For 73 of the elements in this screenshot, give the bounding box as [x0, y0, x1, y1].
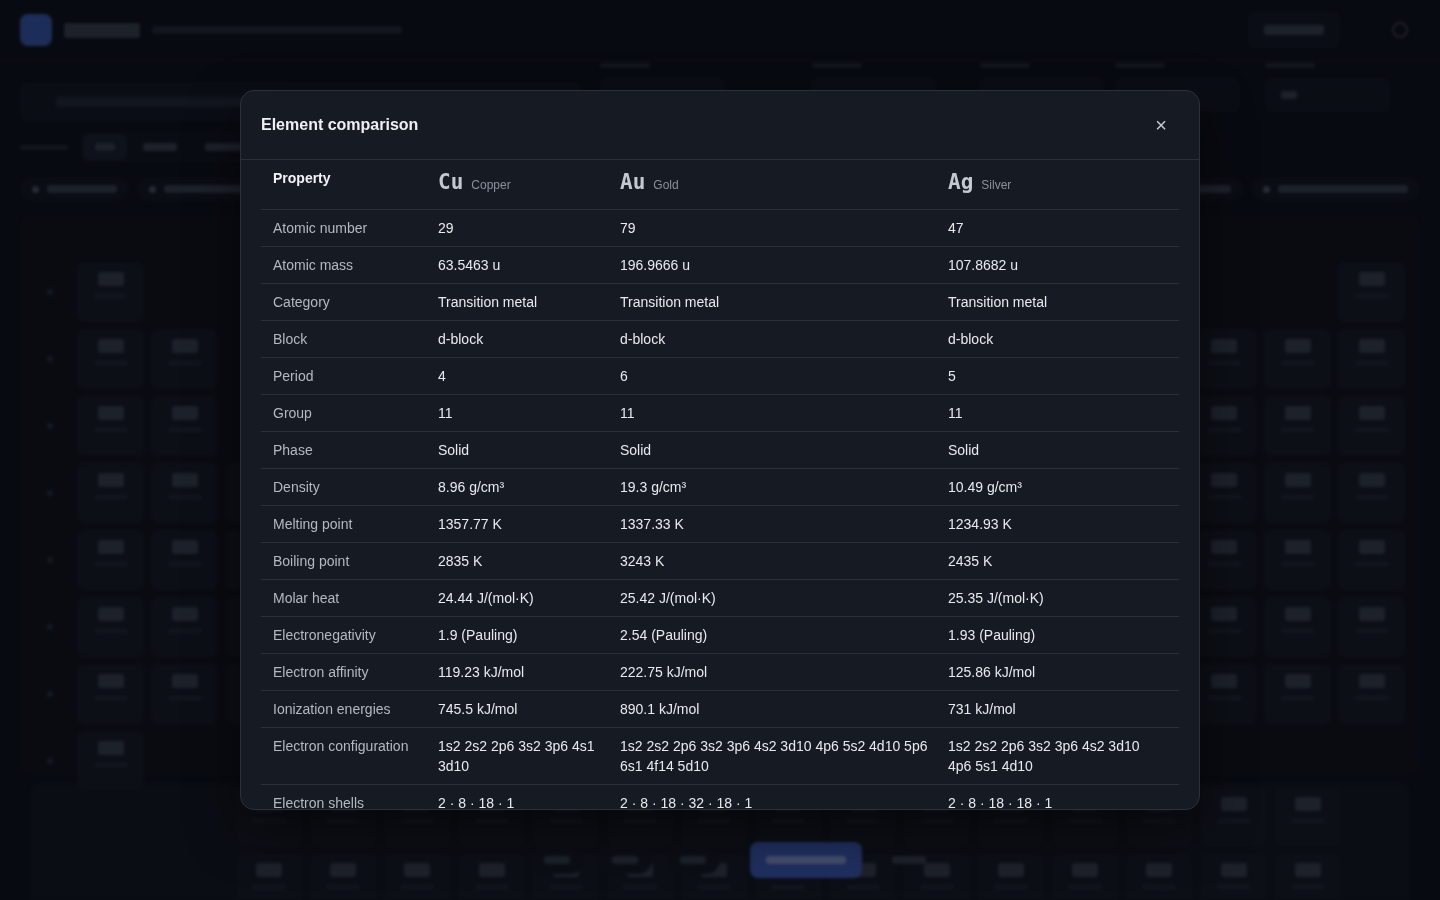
table-cell-text: Solid: [948, 441, 981, 460]
table-cell-text: 1.93 (Pauling): [948, 626, 1037, 645]
table-cell-text: 1s2 2s2 2p6 3s2 3p6 4s1 3d10: [438, 737, 596, 776]
table-cell-text: 125.86 kJ/mol: [948, 663, 1037, 682]
dialog-title: Element comparison: [261, 116, 419, 134]
property-label: Group: [273, 404, 313, 423]
table-cell-text: d-block: [438, 330, 485, 349]
table-cell-text: 79: [620, 219, 637, 238]
table-cell-text: 731 kJ/mol: [948, 700, 1017, 719]
property-label: Electron configuration: [273, 737, 410, 756]
table-cell-text: 24.44 J/(mol·K): [438, 589, 535, 608]
table-cell-text: Solid: [620, 441, 653, 460]
element-name: Gold: [653, 177, 679, 194]
table-cell-text: 63.5463 u: [438, 256, 502, 275]
property-label: Electron affinity: [273, 663, 370, 682]
table-cell-text: 11: [948, 404, 964, 423]
table-cell-text: 2 · 8 · 18 · 18 · 1: [948, 794, 1054, 809]
table-cell-text: 2835 K: [438, 552, 484, 571]
table-cell-text: Transition metal: [438, 293, 539, 312]
table-cell-text: 1337.33 K: [620, 515, 685, 534]
property-label: Atomic number: [273, 219, 369, 238]
property-label: Melting point: [273, 515, 354, 534]
property-label: Category: [273, 293, 331, 312]
table-cell-text: 1357.77 K: [438, 515, 503, 534]
table-cell-text: 10.49 g/cm³: [948, 478, 1023, 497]
table-cell-text: 2.54 (Pauling): [620, 626, 709, 645]
table-cell-text: 29: [438, 219, 455, 238]
table-cell-text: 890.1 kJ/mol: [620, 700, 701, 719]
table-cell-text: d-block: [620, 330, 667, 349]
table-cell-text: 25.42 J/(mol·K): [620, 589, 717, 608]
table-cell-text: 2435 K: [948, 552, 994, 571]
element-symbol: Ag: [948, 169, 974, 196]
property-label: Electron shells: [273, 794, 366, 809]
table-cell-text: 1s2 2s2 2p6 3s2 3p6 4s2 3d10 4p6 5s2 4d10 5p6 6s1 4f14 5d10: [620, 737, 929, 776]
property-label: Atomic mass: [273, 256, 355, 275]
element-symbol: Au: [620, 169, 646, 196]
table-cell-text: 2 · 8 · 18 · 1: [438, 794, 516, 809]
table-cell-text: 1.9 (Pauling): [438, 626, 519, 645]
close-button[interactable]: ×: [1151, 114, 1171, 136]
table-cell-text: 745.5 kJ/mol: [438, 700, 519, 719]
table-cell-text: Transition metal: [620, 293, 721, 312]
table-cell-text: 1s2 2s2 2p6 3s2 3p6 4s2 3d10 4p6 5s1 4d10: [948, 737, 1141, 776]
property-label: Boiling point: [273, 552, 351, 571]
property-label: Molar heat: [273, 589, 341, 608]
table-cell-text: d-block: [948, 330, 995, 349]
table-cell-text: 4: [438, 367, 447, 386]
table-cell-text: 8.96 g/cm³: [438, 478, 506, 497]
property-label: Period: [273, 367, 315, 386]
table-cell-text: 196.9666 u: [620, 256, 692, 275]
element-symbol: Cu: [438, 169, 464, 196]
table-cell-text: 107.8682 u: [948, 256, 1020, 275]
table-cell-text: 11: [438, 404, 454, 423]
table-cell-text: Solid: [438, 441, 471, 460]
property-label: Ionization energies: [273, 700, 392, 719]
table-cell-text: 6: [620, 367, 629, 386]
table-cell-text: 5: [948, 367, 957, 386]
table-cell-text: 2 · 8 · 18 · 32 · 18 · 1: [620, 794, 754, 809]
table-cell-text: 119.23 kJ/mol: [438, 663, 526, 682]
property-label: Density: [273, 478, 321, 497]
table-cell-text: 222.75 kJ/mol: [620, 663, 709, 682]
property-label: Phase: [273, 441, 314, 460]
table-cell-text: 1234.93 K: [948, 515, 1013, 534]
table-cell-text: 11: [620, 404, 636, 423]
element-name: Copper: [471, 177, 511, 194]
property-label: Electronegativity: [273, 626, 377, 645]
table-cell-text: 3243 K: [620, 552, 666, 571]
table-cell-text: 47: [948, 219, 965, 238]
table-cell-text: 19.3 g/cm³: [620, 478, 688, 497]
table-cell-text: 25.35 J/(mol·K): [948, 589, 1045, 608]
element-name: Silver: [981, 177, 1012, 194]
column-header: Property: [273, 169, 332, 188]
property-label: Block: [273, 330, 309, 349]
table-cell-text: Transition metal: [948, 293, 1049, 312]
